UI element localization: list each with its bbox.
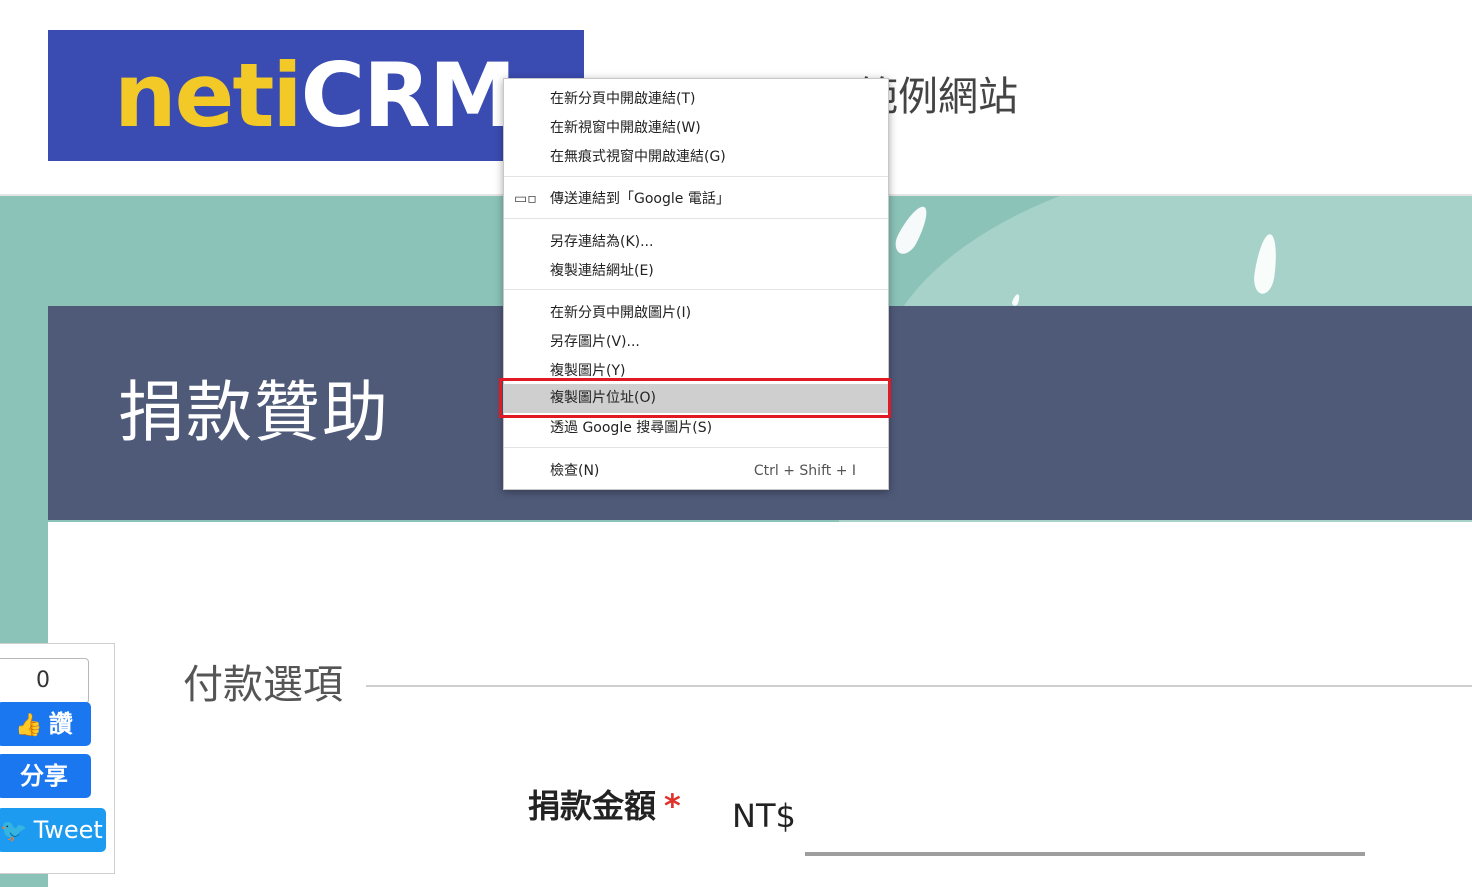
menu-item-copy-link-address[interactable]: 複製連結網址(E) [504,257,888,286]
menu-separator [504,218,888,219]
section-title-payment-options: 付款選項 [183,662,343,708]
menu-item-label: 檢查(N) [550,463,600,479]
like-label: 讚 [48,710,73,738]
page-title: 捐款贊助 [118,374,390,451]
logo-text-crm: CRM [300,44,517,147]
raindrop-decoration [890,202,934,258]
tweet-button[interactable]: 🐦 Tweet [0,808,106,852]
menu-item-label: 在新分頁中開啟連結(T) [550,91,696,107]
menu-item-label: 透過 Google 搜尋圖片(S) [550,420,713,436]
facebook-share-button[interactable]: 分享 [0,754,91,798]
devices-icon: ▭▫ [514,191,537,207]
facebook-like-button[interactable]: 👍 讚 [0,702,91,746]
menu-item-label: 在新分頁中開啟圖片(I) [550,305,692,321]
context-menu: 在新分頁中開啟連結(T) 在新視窗中開啟連結(W) 在無痕式視窗中開啟連結(G)… [503,78,889,490]
menu-item-search-image-google[interactable]: 透過 Google 搜尋圖片(S) [504,414,888,443]
currency-prefix: NT$ [732,797,796,835]
logo-text-neti: neti [114,44,303,147]
menu-item-shortcut: Ctrl + Shift + I [753,463,856,479]
menu-item-label: 複製連結網址(E) [550,263,654,279]
section-divider [366,685,1472,687]
logo-text: netiCRM [114,42,517,150]
tweet-label: Tweet [33,816,103,844]
menu-item-send-link-to-phone[interactable]: ▭▫ 傳送連結到「Google 電話」 [504,185,888,214]
menu-separator [504,447,888,448]
required-asterisk: * [664,787,681,825]
social-share-panel: 0 👍 讚 分享 🐦 Tweet [0,643,115,874]
menu-item-label: 另存圖片(V)... [550,334,640,350]
menu-item-open-link-new-tab[interactable]: 在新分頁中開啟連結(T) [504,85,888,114]
amount-field-label: 捐款金額 * [528,784,681,828]
like-count-bubble: 0 [0,658,89,704]
menu-item-save-image-as[interactable]: 另存圖片(V)... [504,328,888,357]
menu-separator [504,289,888,290]
menu-item-save-link-as[interactable]: 另存連結為(K)... [504,228,888,257]
twitter-bird-icon: 🐦 [0,819,28,844]
amount-input[interactable] [805,852,1365,856]
menu-item-label: 另存連結為(K)... [550,234,654,250]
menu-item-label: 在無痕式視窗中開啟連結(G) [550,149,726,165]
menu-item-open-link-new-window[interactable]: 在新視窗中開啟連結(W) [504,114,888,143]
menu-item-open-image-new-tab[interactable]: 在新分頁中開啟圖片(I) [504,299,888,328]
menu-item-open-link-incognito[interactable]: 在無痕式視窗中開啟連結(G) [504,143,888,172]
menu-item-inspect[interactable]: 檢查(N) Ctrl + Shift + I [504,457,888,486]
amount-label-text: 捐款金額 [528,787,657,825]
thumbs-up-icon: 👍 [15,713,43,738]
menu-item-label: 傳送連結到「Google 電話」 [550,191,730,207]
highlight-annotation-box [499,378,891,418]
donation-form: 付款選項 捐款金額 * NT$ [48,522,1472,887]
menu-separator [504,176,888,177]
menu-item-label: 在新視窗中開啟連結(W) [550,120,701,136]
